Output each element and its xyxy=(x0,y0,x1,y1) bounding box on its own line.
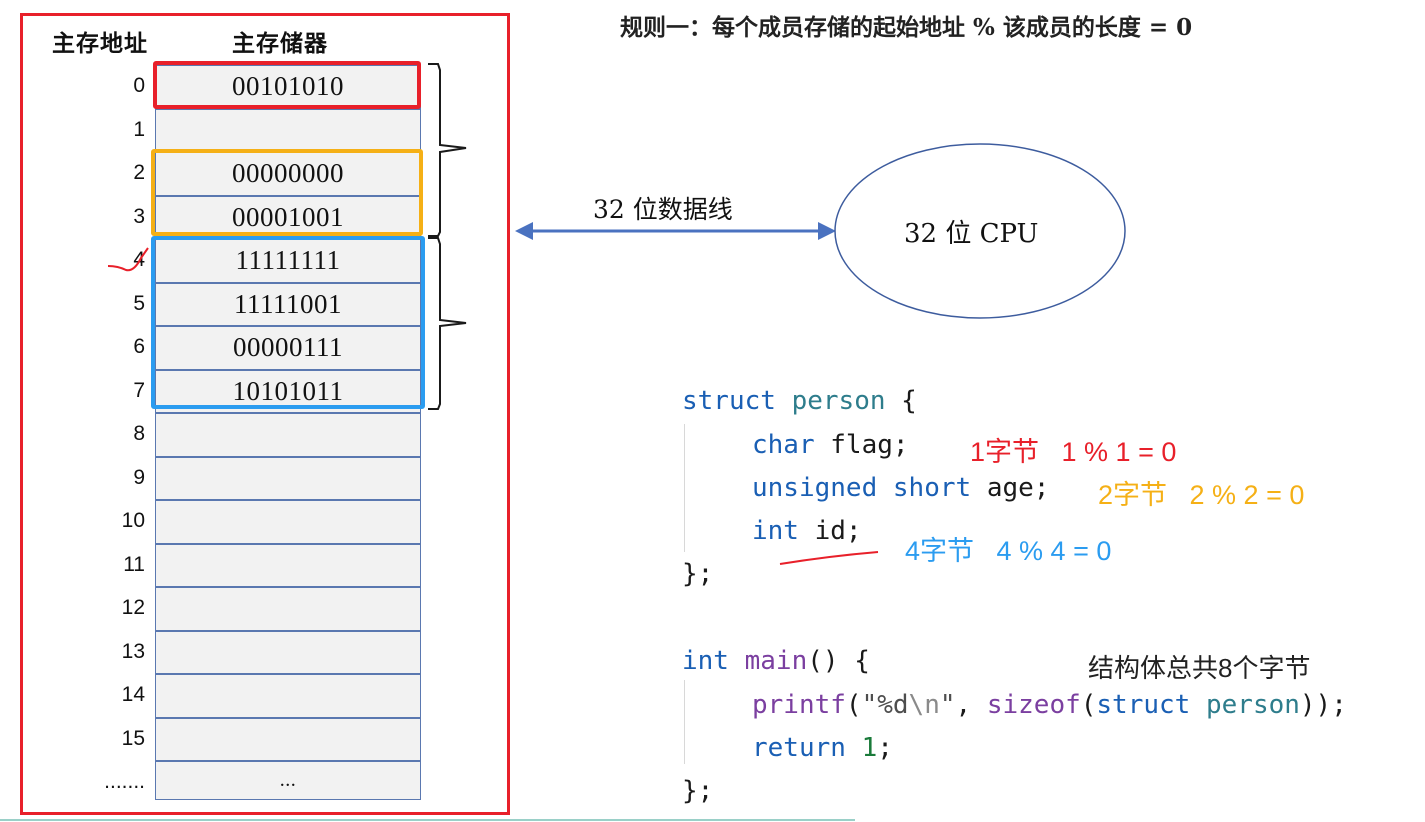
code-line-age: unsigned short age; xyxy=(752,473,1050,503)
check-mark xyxy=(107,247,149,272)
code-line-struct: struct person { xyxy=(682,386,917,416)
code-line-close: }; xyxy=(682,559,714,589)
flag-annotation: 1字节 1 % 1 = 0 xyxy=(970,437,1177,467)
indent-guide xyxy=(684,680,685,764)
code-line-id: int id; xyxy=(752,516,862,546)
age-annotation: 2字节 2 % 2 = 0 xyxy=(1098,480,1305,510)
total-annotation: 结构体总共8个字节 xyxy=(1088,653,1311,683)
bus-label: 32 位数据线 xyxy=(593,195,733,224)
word-brace-bottom xyxy=(428,237,467,410)
word-brace-top xyxy=(428,63,467,237)
bottom-divider xyxy=(0,819,855,821)
code-line-printf: printf("%d\n", sizeof(struct person)); xyxy=(752,690,1347,720)
code-line-main: int main() { xyxy=(682,646,870,676)
indent-guide xyxy=(684,424,685,552)
rule-text: 规则一：每个成员存储的起始地址 % 该成员的长度 = 0 xyxy=(620,14,1193,41)
code-line-flag: char flag; xyxy=(752,430,909,460)
code-line-close-main: }; xyxy=(682,776,714,806)
id-annotation: 4字节 4 % 4 = 0 xyxy=(905,536,1112,566)
underline-mark xyxy=(779,551,879,565)
cpu-label: 32 位 CPU xyxy=(904,219,1039,249)
code-line-return: return 1; xyxy=(752,733,893,763)
